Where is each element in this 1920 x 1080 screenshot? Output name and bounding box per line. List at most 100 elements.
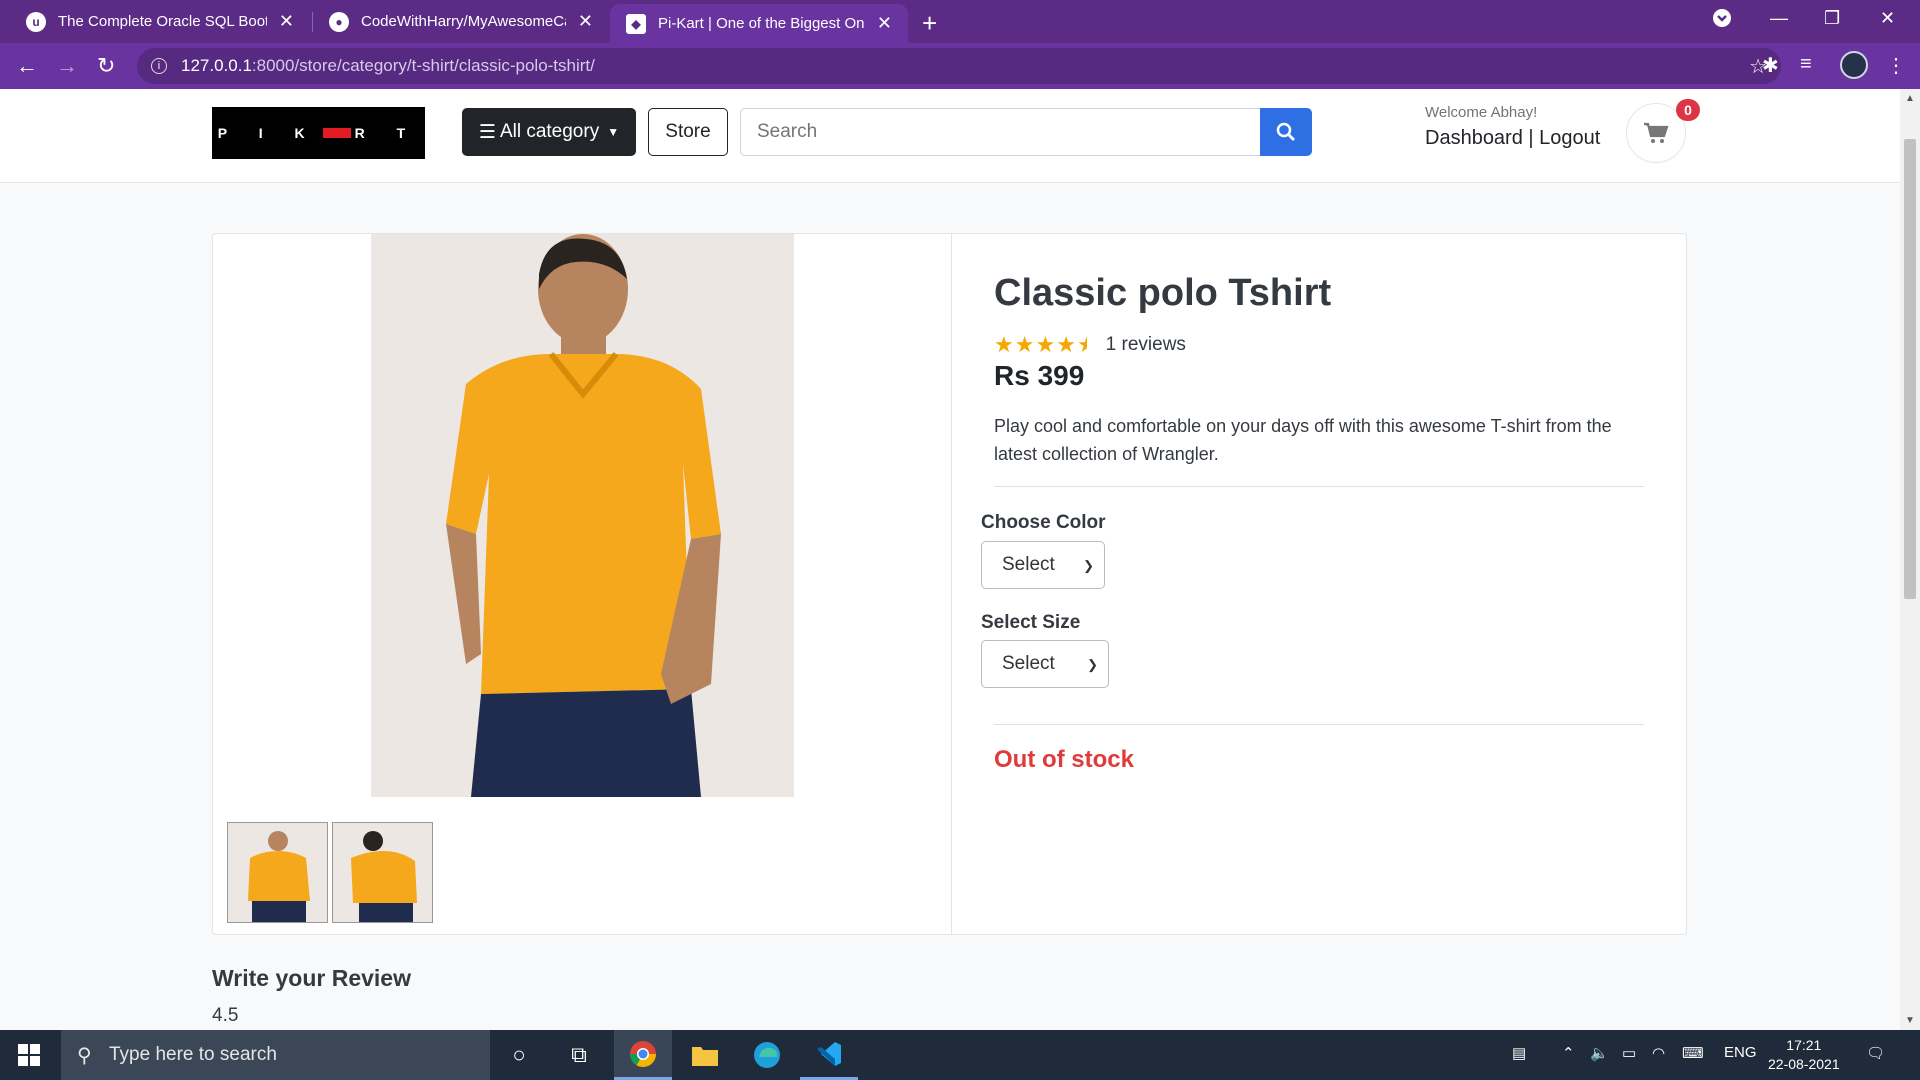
forward-arrow-icon[interactable]: → [56, 53, 78, 79]
stock-status: Out of stock [994, 746, 1135, 773]
url-field[interactable]: i 127.0.0.1:8000/store/category/t-shirt/… [137, 48, 1781, 84]
category-label: All category [499, 121, 600, 142]
tab-sql-bootcamp[interactable]: u The Complete Oracle SQL Bootcamp ✕ [10, 0, 310, 43]
tab-search-icon[interactable] [1712, 8, 1732, 33]
cart-icon [1644, 122, 1669, 143]
address-bar-row: ← → ↻ i 127.0.0.1:8000/store/category/t-… [0, 43, 1920, 89]
divider [994, 724, 1644, 725]
clock-date: 22-08-2021 [1768, 1056, 1840, 1072]
review-rating-value: 4.5 [212, 1005, 239, 1026]
color-select[interactable]: Select ❯ [981, 541, 1105, 589]
chevron-up-icon[interactable]: ⌃ [1562, 1044, 1575, 1062]
restore-icon[interactable]: ❐ [1824, 8, 1840, 29]
udemy-icon: u [26, 11, 46, 32]
scroll-down-icon[interactable]: ▼ [1905, 1015, 1915, 1026]
size-label: Select Size [981, 612, 1081, 633]
volume-icon[interactable]: 🔈 [1590, 1044, 1609, 1062]
back-arrow-icon[interactable]: ← [16, 53, 38, 79]
close-icon[interactable]: ✕ [877, 13, 892, 34]
close-icon[interactable]: ✕ [279, 11, 294, 32]
battery-icon[interactable]: ▭ [1622, 1044, 1636, 1062]
touch-keyboard-icon[interactable]: ⌨ [1682, 1044, 1704, 1062]
dashboard-link[interactable]: Dashboard [1425, 127, 1523, 149]
site-header: P I KR T ☰ All category ▼ Store Welcome … [0, 89, 1900, 183]
window-close-icon[interactable]: ✕ [1880, 8, 1895, 29]
task-view-icon[interactable]: ⧉ [550, 1030, 608, 1080]
size-select-value: Select [1002, 653, 1055, 674]
product-thumbnail-back[interactable] [332, 822, 433, 923]
tab-title: The Complete Oracle SQL Bootcamp [58, 13, 267, 30]
tab-title: CodeWithHarry/MyAwesomeCart [361, 13, 566, 30]
url-path: :8000/store/category/t-shirt/classic-pol… [251, 56, 595, 75]
language-indicator[interactable]: ENG [1724, 1044, 1757, 1061]
hamburger-icon: ☰ [478, 121, 496, 143]
product-main-image [371, 234, 794, 797]
search-icon: ⚲ [77, 1044, 92, 1067]
site-info-icon[interactable]: i [151, 58, 167, 74]
star-full-icon: ★ [1014, 332, 1035, 357]
search-input[interactable] [740, 108, 1260, 156]
file-explorer-icon[interactable] [676, 1030, 734, 1080]
product-card: Classic polo Tshirt ★ ★ ★ ★ ★ 1 reviews … [212, 233, 1687, 935]
reload-icon[interactable]: ↻ [97, 53, 115, 79]
windows-taskbar: ⚲ Type here to search ○ ⧉ ▤ ⌃ 🔈 ▭ ◠ ⌨ EN… [0, 1030, 1920, 1080]
size-select[interactable]: Select ❯ [981, 640, 1109, 688]
edge-icon[interactable] [738, 1030, 796, 1080]
caret-down-icon: ▼ [607, 125, 620, 139]
welcome-text: Welcome Abhay! [1425, 104, 1538, 121]
profile-avatar[interactable] [1840, 51, 1868, 79]
logout-link[interactable]: Logout [1539, 127, 1600, 149]
star-full-icon: ★ [1056, 332, 1076, 357]
clock-time: 17:21 [1786, 1037, 1822, 1053]
cart-count-badge: 0 [1676, 99, 1700, 121]
scroll-up-icon[interactable]: ▲ [1905, 93, 1915, 104]
star-half-icon: ★ [1076, 332, 1097, 357]
cortana-icon[interactable]: ○ [490, 1030, 548, 1080]
search-icon [1276, 122, 1295, 141]
new-tab-button[interactable]: + [922, 8, 937, 39]
reading-list-icon[interactable]: ≡ [1800, 53, 1812, 76]
minimize-icon[interactable]: — [1770, 8, 1788, 29]
color-label: Choose Color [981, 512, 1106, 533]
product-thumbnail-front[interactable] [227, 822, 328, 923]
account-links: Dashboard | Logout [1425, 127, 1600, 150]
chrome-icon[interactable] [614, 1030, 672, 1080]
taskbar-search-field[interactable]: ⚲ Type here to search [61, 1030, 490, 1080]
link-separator: | [1528, 127, 1534, 149]
menu-kebab-icon[interactable]: ⋮ [1886, 53, 1906, 78]
system-clock[interactable]: 17:21 22-08-2021 [1768, 1036, 1840, 1074]
product-price: Rs 399 [994, 360, 1085, 391]
notification-icon[interactable]: 🗨 [1866, 1044, 1885, 1062]
close-icon[interactable]: ✕ [578, 11, 593, 32]
chevron-down-icon: ❯ [1083, 558, 1094, 573]
pikart-logo[interactable]: P I KR T [212, 107, 425, 159]
all-category-button[interactable]: ☰ All category ▼ [462, 108, 636, 156]
product-title: Classic polo Tshirt [994, 272, 1332, 314]
url-host: 127.0.0.1 [181, 56, 252, 75]
write-review-heading: Write your Review [212, 965, 411, 991]
reviews-count: 1 reviews [1105, 334, 1186, 355]
store-button[interactable]: Store [648, 108, 728, 156]
page-scrollbar[interactable]: ▲ ▼ [1900, 89, 1920, 1030]
tab-title: Pi-Kart | One of the Biggest Online [658, 15, 865, 32]
taskbar-search-placeholder: Type here to search [109, 1044, 277, 1065]
color-select-value: Select [1002, 554, 1055, 575]
github-icon: ● [329, 11, 349, 32]
tab-github[interactable]: ● CodeWithHarry/MyAwesomeCart ✕ [313, 0, 609, 43]
keyboard-layout-icon[interactable]: ▤ [1512, 1044, 1526, 1062]
extensions-icon[interactable]: ✱ [1762, 53, 1779, 78]
vscode-icon[interactable] [800, 1030, 858, 1080]
wifi-icon[interactable]: ◠ [1652, 1044, 1665, 1062]
browser-tab-bar: u The Complete Oracle SQL Bootcamp ✕ ● C… [0, 0, 1920, 43]
search-button[interactable] [1260, 108, 1312, 156]
card-divider [951, 234, 952, 934]
scrollbar-thumb[interactable] [1904, 139, 1916, 599]
star-full-icon: ★ [1035, 332, 1056, 357]
windows-start-icon[interactable] [18, 1044, 40, 1071]
divider [994, 486, 1644, 487]
tab-pikart[interactable]: ◆ Pi-Kart | One of the Biggest Online ✕ [610, 4, 908, 43]
star-full-icon: ★ [994, 332, 1014, 357]
pikart-icon: ◆ [626, 13, 646, 34]
product-description: Play cool and comfortable on your days o… [994, 416, 1612, 464]
rating-stars: ★ ★ ★ ★ ★ 1 reviews [994, 332, 1186, 358]
